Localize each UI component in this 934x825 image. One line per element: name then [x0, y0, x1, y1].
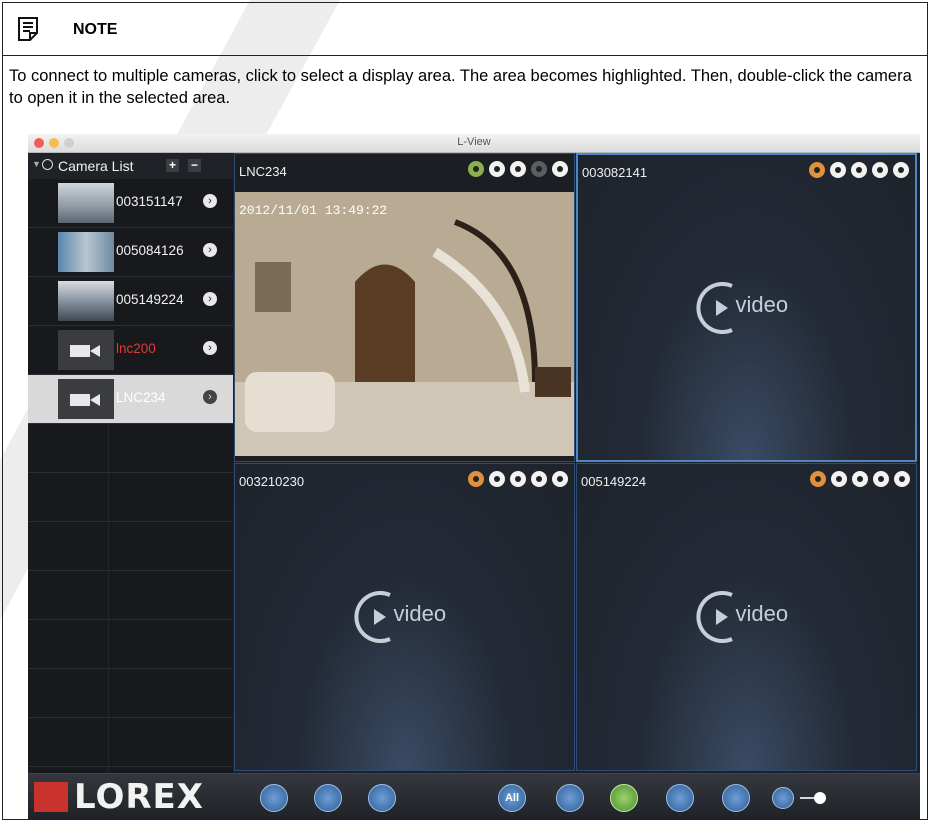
talk-icon[interactable]	[810, 471, 826, 487]
talk-icon[interactable]	[809, 162, 825, 178]
pane-toolbar	[468, 471, 568, 487]
pane-title: 005149224	[581, 474, 647, 489]
camera-list-item[interactable]: lnc200 ›	[28, 326, 233, 375]
camera-list-item-selected[interactable]: LNC234 ›	[28, 375, 233, 424]
camera-list-item[interactable]: 005149224 ›	[28, 277, 233, 326]
camera-thumbnail	[58, 379, 114, 419]
pane-toolbar	[810, 471, 910, 487]
empty-list-row	[28, 424, 233, 473]
camera-list-header: ▼ Camera List + −	[28, 153, 233, 179]
note-title: NOTE	[73, 21, 118, 38]
divider	[108, 423, 109, 773]
camera-list-label: Camera List	[58, 158, 134, 174]
pane-title: 003210230	[239, 474, 305, 489]
disclosure-triangle-icon[interactable]: ▼	[32, 159, 41, 169]
layout-six-button[interactable]	[666, 784, 694, 812]
camera-thumbnail	[58, 183, 114, 223]
camera-detail-arrow-icon[interactable]: ›	[203, 194, 217, 208]
volume-slider-knob[interactable]	[814, 792, 826, 804]
camera-name: 005084126	[116, 243, 184, 258]
empty-list-row	[28, 718, 233, 767]
video-camera-icon	[70, 345, 100, 357]
camera-list-item[interactable]: 005084126 ›	[28, 228, 233, 277]
camera-name: LNC234	[116, 390, 166, 405]
layout-single-button[interactable]	[556, 784, 584, 812]
snapshot-icon[interactable]	[510, 471, 526, 487]
fullscreen-button[interactable]	[722, 784, 750, 812]
video-timestamp: 2012/11/01 13:49:22	[239, 203, 387, 218]
camera-thumbnail	[58, 330, 114, 370]
pane-toolbar	[468, 161, 568, 177]
video-placeholder: video	[350, 587, 470, 647]
camera-detail-arrow-icon[interactable]: ›	[203, 390, 217, 404]
ptz-icon[interactable]	[531, 161, 547, 177]
display-pane-3[interactable]: 003210230 video	[234, 463, 575, 771]
note-header: NOTE	[3, 3, 927, 56]
pane-title: LNC234	[239, 164, 287, 179]
note-text: To connect to multiple cameras, click to…	[9, 67, 912, 107]
record-icon[interactable]	[831, 471, 847, 487]
close-pane-icon[interactable]	[893, 162, 909, 178]
camera-list-icon	[42, 159, 53, 170]
empty-list-row	[28, 620, 233, 669]
display-pane-1[interactable]: LNC234 2012/11/01 13:49:22	[234, 153, 575, 462]
camera-name: lnc200	[116, 341, 156, 356]
empty-list-row	[28, 669, 233, 718]
camera-list-item[interactable]: 003151147 ›	[28, 179, 233, 228]
title-bar: L-View	[28, 134, 920, 153]
snapshot-icon[interactable]	[851, 162, 867, 178]
volume-icon[interactable]	[772, 787, 794, 809]
camera-detail-arrow-icon[interactable]: ›	[203, 341, 217, 355]
add-camera-button[interactable]: +	[166, 159, 179, 172]
camera-name: 005149224	[116, 292, 184, 307]
display-pane-2[interactable]: 003082141 video	[576, 153, 917, 462]
camera-name: 003151147	[116, 194, 183, 209]
video-placeholder: video	[692, 587, 812, 647]
camera-thumbnail	[58, 281, 114, 321]
snapshot-icon[interactable]	[510, 161, 526, 177]
video-camera-icon	[70, 394, 100, 406]
close-pane-icon[interactable]	[552, 471, 568, 487]
all-label: All	[504, 792, 520, 804]
camera-thumbnail	[58, 232, 114, 272]
close-pane-icon[interactable]	[552, 161, 568, 177]
camera-detail-arrow-icon[interactable]: ›	[203, 243, 217, 257]
record-icon[interactable]	[489, 161, 505, 177]
ptz-icon[interactable]	[872, 162, 888, 178]
snapshot-icon[interactable]	[852, 471, 868, 487]
video-placeholder: video	[692, 278, 812, 338]
camera-detail-arrow-icon[interactable]: ›	[203, 292, 217, 306]
note-icon	[18, 17, 38, 41]
record-icon[interactable]	[489, 471, 505, 487]
empty-list-row	[28, 571, 233, 620]
empty-list-row	[28, 473, 233, 522]
talk-icon[interactable]	[468, 471, 484, 487]
layout-quad-button[interactable]	[610, 784, 638, 812]
lorex-logo-mark	[34, 782, 68, 812]
display-pane-4[interactable]: 005149224 video	[576, 463, 917, 771]
empty-list-row	[28, 522, 233, 571]
live-camera-feed: 2012/11/01 13:49:22	[235, 192, 574, 456]
window-title: L-View	[457, 136, 491, 148]
bottom-toolbar: LOREX All	[28, 773, 920, 820]
talk-icon[interactable]	[468, 161, 484, 177]
lview-app-window: L-View ▼ Camera List + − 003151147 › 005…	[28, 134, 920, 820]
device-manager-button[interactable]	[314, 784, 342, 812]
video-label: video	[735, 601, 789, 626]
pane-title: 003082141	[582, 165, 648, 180]
close-pane-icon[interactable]	[894, 471, 910, 487]
lorex-logo: LOREX	[74, 777, 204, 817]
ptz-icon[interactable]	[873, 471, 889, 487]
playback-button[interactable]	[260, 784, 288, 812]
video-label: video	[393, 601, 447, 626]
show-all-button[interactable]: All	[498, 784, 526, 812]
remove-camera-button[interactable]: −	[188, 159, 201, 172]
pane-toolbar	[809, 162, 909, 178]
record-icon[interactable]	[830, 162, 846, 178]
camera-list-panel: ▼ Camera List + − 003151147 › 005084126 …	[28, 153, 233, 773]
search-button[interactable]	[368, 784, 396, 812]
ptz-icon[interactable]	[531, 471, 547, 487]
video-label: video	[735, 291, 789, 317]
